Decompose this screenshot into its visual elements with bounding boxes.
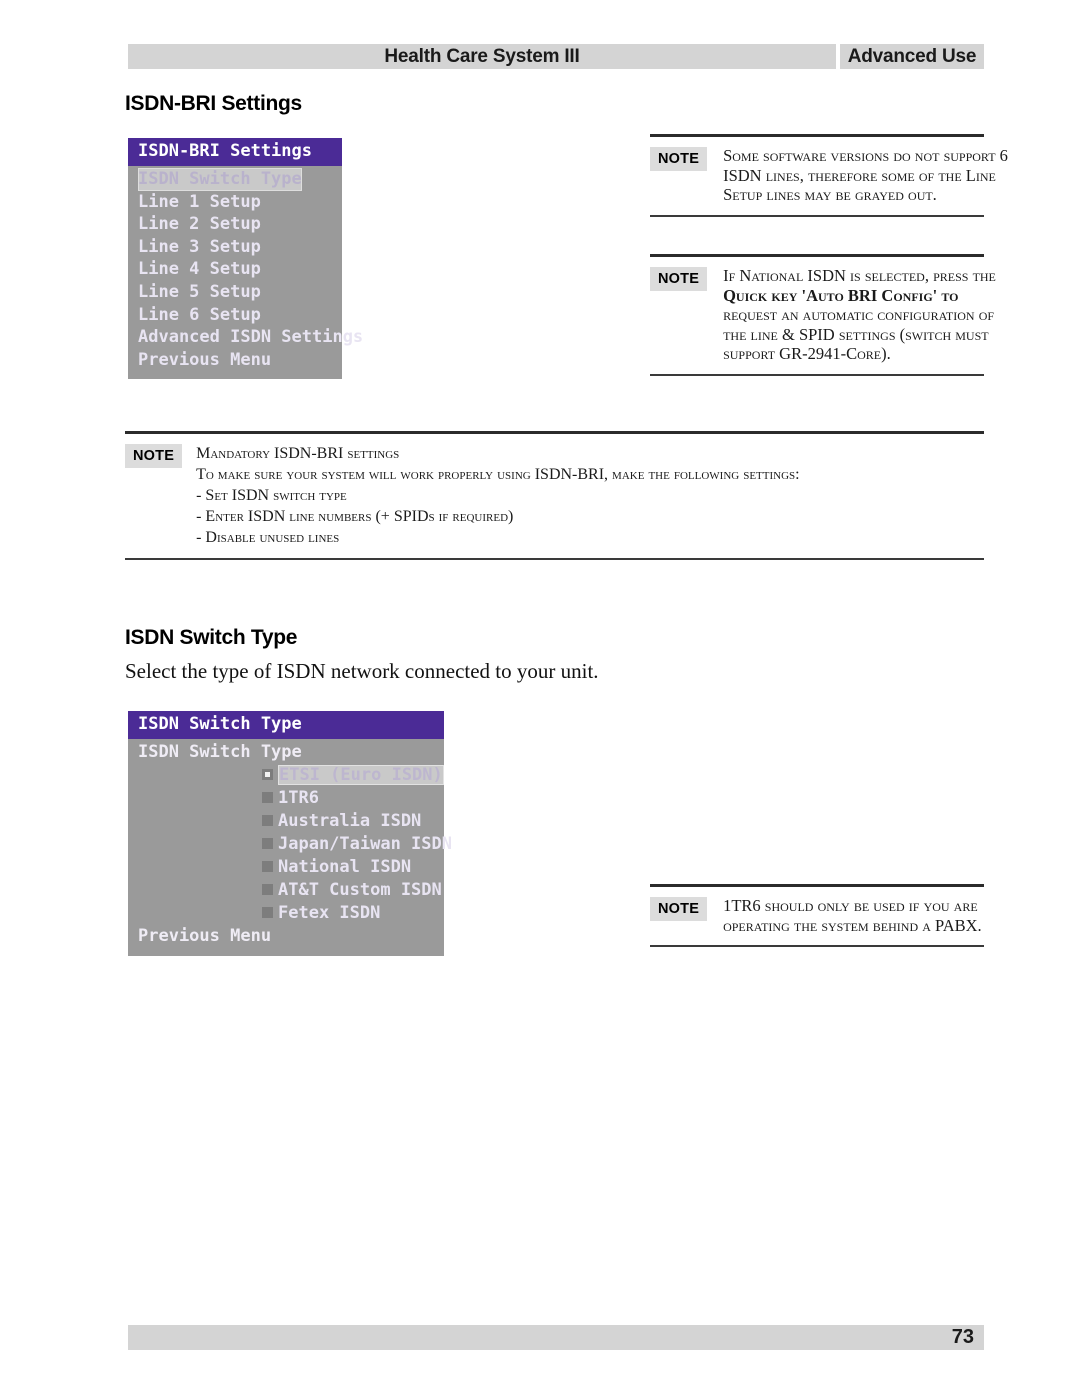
osd-item-line-5-setup[interactable]: Line 5 Setup (128, 281, 342, 304)
note-line: To make sure your system will work prope… (196, 466, 800, 483)
note-rule-bottom (125, 558, 984, 560)
osd-radio-row-national-isdn[interactable]: National ISDN (128, 856, 444, 879)
osd-radio-row-etsi[interactable]: ETSI (Euro ISDN) (128, 764, 444, 787)
note-line: request an automatic configuration of (723, 305, 995, 324)
note-line: Mandatory ISDN-BRI settings (196, 445, 400, 462)
note-badge: NOTE (125, 444, 183, 468)
osd-item-line-1-setup[interactable]: Line 1 Setup (128, 191, 342, 214)
osd-item-line-2-setup[interactable]: Line 2 Setup (128, 213, 342, 236)
note-block-software-versions: NOTE Some software versions do not suppo… (650, 134, 1008, 217)
section-title-isdn-switch-type: ISDN Switch Type (125, 626, 298, 649)
note-block-mandatory-settings: NOTE Mandatory ISDN-BRI settings To make… (125, 431, 984, 560)
radio-unselected-icon (262, 815, 273, 826)
note-badge: NOTE (650, 267, 708, 291)
osd-menu-2-subhead: ISDN Switch Type (138, 742, 302, 762)
note-line: support GR-2941-Core). (723, 344, 891, 363)
note-line: operating the system behind a PABX. (723, 915, 982, 935)
osd-option-label: ETSI (Euro ISDN) (278, 765, 444, 785)
osd-radio-row-japan-taiwan-isdn[interactable]: Japan/Taiwan ISDN (128, 833, 452, 856)
document-page: Health Care System III Advanced Use ISDN… (0, 0, 1080, 1397)
osd-item-line-4-setup[interactable]: Line 4 Setup (128, 258, 342, 281)
osd-menu-1-items: ISDN Switch Type Line 1 Setup Line 2 Set… (128, 166, 363, 379)
note-line: Quick key 'Auto BRI Config' to (723, 285, 959, 305)
osd-radio-row-fetex-isdn[interactable]: Fetex ISDN (128, 902, 444, 925)
osd-option-label: Australia ISDN (278, 811, 422, 831)
osd-item-line-3-setup[interactable]: Line 3 Setup (128, 236, 342, 259)
page-footer: 73 (128, 1325, 984, 1350)
page-header: Health Care System III Advanced Use (128, 44, 984, 69)
osd-item-previous-menu[interactable]: Previous Menu (128, 925, 444, 948)
osd-item-previous-menu[interactable]: Previous Menu (128, 349, 342, 372)
note-rule-bottom (650, 373, 984, 376)
note-line: ISDN lines, therefore some of the Line (723, 165, 996, 185)
osd-option-label: Fetex ISDN (278, 903, 381, 923)
radio-selected-icon (262, 769, 273, 780)
note-badge: NOTE (650, 897, 708, 921)
note-block-national-isdn: NOTE If National ISDN is selected, press… (650, 254, 996, 376)
osd-menu-isdn-switch-type: ISDN Switch Type ISDN Switch Type ETSI (… (128, 711, 452, 956)
osd-item-line-6-setup[interactable]: Line 6 Setup (128, 304, 342, 327)
osd-option-label: National ISDN (278, 857, 412, 877)
osd-menu-2-title: ISDN Switch Type (128, 711, 444, 739)
page-title: ISDN-BRI Settings (125, 92, 302, 115)
radio-unselected-icon (262, 907, 273, 918)
radio-unselected-icon (262, 861, 273, 872)
note-badge: NOTE (650, 147, 708, 171)
note-rule-bottom (650, 214, 984, 217)
osd-radio-row-australia-isdn[interactable]: Australia ISDN (128, 810, 444, 833)
note-line: the line & SPID settings (switch must (723, 324, 989, 344)
osd-item-advanced-isdn-settings[interactable]: Advanced ISDN Settings (128, 326, 363, 349)
note-block-1tr6-pabx: NOTE 1TR6 should only be used if you are… (650, 884, 984, 947)
note-line: - Enter ISDN line numbers (+ SPIDs if re… (196, 508, 514, 525)
section-body-text: Select the type of ISDN network connecte… (125, 659, 599, 683)
osd-item-isdn-switch-type[interactable]: ISDN Switch Type (138, 168, 302, 191)
note-text: If National ISDN is selected, press the … (723, 266, 996, 364)
note-line: Setup lines may be grayed out. (723, 185, 937, 204)
note-text: 1TR6 should only be used if you are oper… (723, 896, 982, 935)
note-line: - Set ISDN switch type (196, 487, 347, 504)
radio-unselected-icon (262, 884, 273, 895)
note-text: Mandatory ISDN-BRI settings To make sure… (196, 443, 800, 548)
osd-menu-1-title: ISDN-BRI Settings (128, 138, 342, 166)
radio-unselected-icon (262, 838, 273, 849)
osd-radio-row-1tr6[interactable]: 1TR6 (128, 787, 444, 810)
note-line: 1TR6 should only be used if you are (723, 896, 978, 915)
header-title: Health Care System III (384, 46, 580, 67)
page-number: 73 (951, 1326, 974, 1348)
note-text: Some software versions do not support 6 … (723, 146, 1008, 205)
osd-radio-row-att-custom-isdn[interactable]: AT&T Custom ISDN (128, 879, 444, 902)
note-rule-bottom (650, 945, 984, 947)
osd-option-label: Japan/Taiwan ISDN (278, 834, 452, 854)
header-section-label: Advanced Use (847, 46, 977, 67)
note-line: Some software versions do not support 6 (723, 146, 1008, 165)
note-line: - Disable unused lines (196, 529, 340, 546)
radio-unselected-icon (262, 792, 273, 803)
osd-menu-1-row: ISDN Switch Type (128, 168, 342, 191)
osd-menu-isdn-bri-settings: ISDN-BRI Settings ISDN Switch Type Line … (128, 138, 363, 380)
osd-option-label: AT&T Custom ISDN (278, 880, 442, 900)
osd-menu-2-items: ISDN Switch Type ETSI (Euro ISDN) 1TR6 A… (128, 739, 452, 956)
osd-option-label: 1TR6 (278, 788, 319, 808)
note-line: If National ISDN is selected, press the (723, 266, 996, 285)
